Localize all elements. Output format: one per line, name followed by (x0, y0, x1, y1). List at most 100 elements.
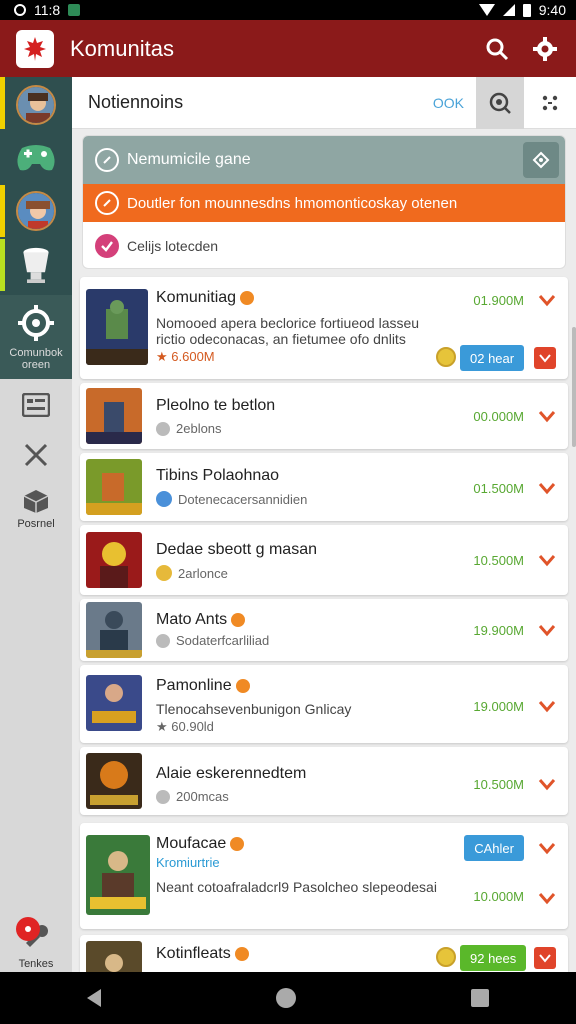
gamepad-icon (17, 145, 55, 171)
chevron-down-icon (539, 954, 551, 963)
list-item[interactable]: Pamonline Tlenocahsevenbunigon Gnlicay ★… (80, 665, 568, 743)
item-subtitle: Dotenecacersannidien (156, 491, 307, 507)
dropdown-button[interactable] (534, 347, 556, 369)
item-size: 10.500M (473, 777, 524, 792)
battery-icon (522, 3, 531, 17)
cup-icon (23, 247, 49, 283)
verified-badge-icon (230, 836, 245, 851)
list-item[interactable]: Tibins Polaohnao Dotenecacersannidien 01… (80, 453, 568, 521)
gear-icon[interactable] (532, 36, 558, 62)
sidebar-item-settings[interactable]: Comunbok oreen (0, 295, 72, 379)
scrollbar[interactable] (572, 327, 576, 447)
action-pill[interactable]: 92 hees (460, 945, 527, 971)
home-icon[interactable] (275, 988, 296, 1008)
chevron-down-icon[interactable] (538, 293, 556, 307)
boxes-icon (23, 490, 49, 513)
item-size: 00.000M (473, 409, 524, 424)
app-title: Komunitas (70, 35, 174, 61)
coin-icon (156, 565, 172, 581)
game-thumbnail (86, 602, 142, 658)
game-thumbnail (86, 459, 142, 515)
dropdown-button[interactable] (534, 947, 556, 969)
notice-gray-row[interactable]: Nemumicile gane (83, 136, 565, 184)
ok-link[interactable]: OOK (433, 95, 464, 111)
chevron-down-icon[interactable] (538, 553, 556, 567)
notice-white-row[interactable]: Celijs lotecden (83, 222, 565, 268)
sidebar-item-close[interactable] (0, 435, 72, 475)
signal-icon (502, 4, 515, 16)
game-thumbnail (86, 532, 142, 588)
notice-card: Nemumicile gane Doutler fon mounnesdns h… (82, 135, 566, 269)
compass-icon (95, 191, 119, 215)
item-size: 01.900M (473, 293, 524, 308)
gear-icon (18, 305, 54, 341)
item-rating: ★ 6.600M (156, 349, 215, 364)
item-link[interactable]: Kromiurtrie (156, 855, 220, 870)
sidebar-item-avatar-1[interactable] (0, 81, 72, 129)
list-item[interactable]: Alaie eskerennedtem 200mcas 10.500M (80, 747, 568, 815)
item-size: 19.900M (473, 623, 524, 638)
list-item[interactable]: Mato Ants Sodaterfcarliliad 19.900M (80, 599, 568, 661)
sidebar-item-card[interactable] (0, 385, 72, 425)
chevron-down-icon[interactable] (538, 841, 556, 855)
close-icon (24, 443, 48, 467)
sidebar-item-boxes[interactable]: Posrnel (0, 481, 72, 537)
sidebar-item-label: Comunbok oreen (9, 347, 63, 371)
search-icon[interactable] (484, 36, 510, 62)
notice-orange-row[interactable]: Doutler fon mounnesdns hmomonticoskay ot… (83, 184, 565, 222)
app-logo (16, 29, 54, 68)
status-time-right: 9:40 (538, 2, 566, 18)
item-description: Neant cotoafraladcrl9 Pasolcheo slepeode… (156, 879, 437, 895)
list-item[interactable]: Pleolno te betlon 2eblons 00.000M (80, 383, 568, 449)
item-subtitle: Sodaterfcarliliad (156, 633, 269, 648)
list-item[interactable]: Komunitiag Nomooed apera beclorice forti… (80, 277, 568, 379)
content-header: Notiennoins OOK (72, 77, 576, 129)
app-bar: Komunitas (0, 20, 576, 77)
item-title: Mato Ants (156, 611, 246, 629)
item-subtitle: 200mcas (156, 789, 229, 804)
game-thumbnail (86, 289, 148, 365)
verified-badge-icon (235, 678, 250, 693)
info-icon (156, 633, 170, 648)
back-icon[interactable] (87, 989, 102, 1007)
sidebar-item-games[interactable] (0, 133, 72, 183)
list-item[interactable]: Kotinfleats 92 hees (80, 935, 568, 972)
notice-white-text: Celijs lotecden (127, 238, 219, 254)
chevron-down-icon[interactable] (538, 699, 556, 713)
game-thumbnail (86, 753, 142, 809)
avatar (16, 191, 56, 231)
app-notification-icon (68, 4, 81, 16)
item-title: Pamonline (156, 677, 250, 695)
alert-icon (25, 925, 31, 932)
chevron-down-icon[interactable] (538, 777, 556, 791)
sidebar-item-avatar-2[interactable] (0, 187, 72, 235)
verified-badge-icon (240, 290, 255, 305)
item-subtitle: 2arlonce (156, 565, 228, 581)
sidebar-item-label: Posrnel (17, 518, 55, 530)
info-icon (156, 789, 170, 804)
notice-orange-text: Doutler fon mounnesdns hmomonticoskay ot… (127, 194, 458, 212)
sidebar-item-cup[interactable] (0, 241, 72, 289)
chevron-down-icon[interactable] (538, 409, 556, 423)
status-bar: 11:8 9:40 (0, 0, 576, 20)
sidebar-item-notifications[interactable]: Tenkes (0, 916, 72, 973)
item-description: Tlenocahsevenbunigon Gnlicay (156, 701, 352, 717)
sidebar: Comunbok oreen Posrnel Tenkes (0, 77, 72, 972)
action-pill[interactable]: 02 hear (460, 345, 525, 371)
chevron-down-icon[interactable] (538, 891, 556, 905)
item-title: Dedae sbeott g masan (156, 541, 317, 558)
chevron-down-icon[interactable] (538, 623, 556, 637)
chevron-down-icon[interactable] (538, 481, 556, 495)
item-size: 19.000M (473, 699, 524, 714)
recents-icon[interactable] (470, 989, 489, 1007)
list-item[interactable]: Dedae sbeott g masan 2arlonce 10.500M (80, 525, 568, 595)
action-pill[interactable]: CAhler (464, 835, 524, 861)
target-button[interactable] (523, 142, 559, 178)
list-item[interactable]: Moufacae Kromiurtrie Neant cotoafraladcr… (80, 823, 568, 929)
item-size: 01.500M (473, 481, 524, 496)
filter-button[interactable] (476, 77, 524, 129)
more-button[interactable] (524, 77, 576, 129)
notice-gray-text: Nemumicile gane (127, 151, 251, 168)
avatar (16, 85, 56, 125)
sync-icon (14, 4, 26, 16)
